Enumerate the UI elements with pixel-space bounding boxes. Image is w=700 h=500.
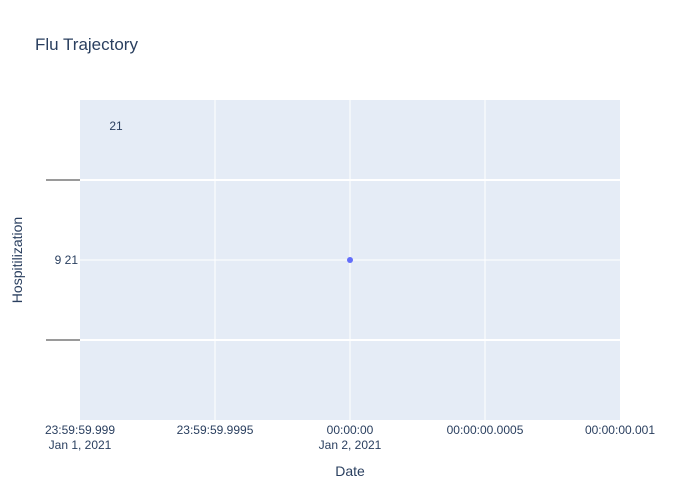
x-tick-label: 00:00:00.0005 — [447, 423, 524, 437]
x-axis-title: Date — [335, 463, 365, 479]
chart: 23:59:59.999Jan 1, 2021 23:59:59.9995 00:0… — [9, 35, 655, 479]
x-tick-label: 23:59:59.999 — [45, 423, 115, 437]
annotation-label: 21 — [109, 119, 123, 133]
data-point — [347, 257, 353, 263]
x-tick-label: 00:00:00.001 — [585, 423, 655, 437]
x-tick-labels: 23:59:59.999Jan 1, 2021 23:59:59.9995 00:0… — [45, 423, 655, 452]
x-tick-label: 00:00:00 — [327, 423, 374, 437]
x-tick-date-label: Jan 2, 2021 — [319, 438, 382, 452]
y-axis-title: Hospitilization — [9, 217, 25, 303]
x-tick-date-label: Jan 1, 2021 — [49, 438, 112, 452]
x-tick-label: 23:59:59.9995 — [177, 423, 254, 437]
scatter-points — [347, 257, 353, 263]
y-tick-label: 9 21 — [55, 253, 79, 267]
chart-title: Flu Trajectory — [35, 35, 138, 54]
y-tick-labels: 9 21 — [55, 253, 79, 267]
